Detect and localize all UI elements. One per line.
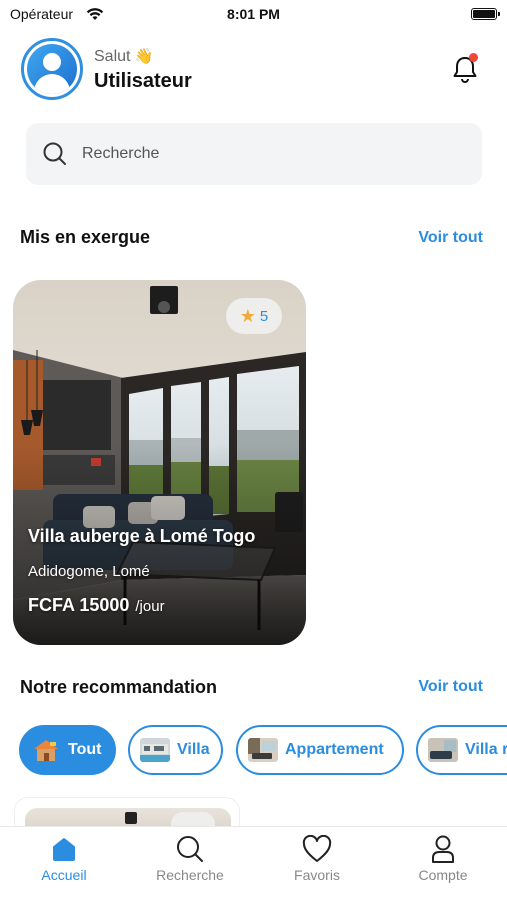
chip-all[interactable]: Tout bbox=[19, 725, 116, 775]
wave-emoji: 👋 bbox=[134, 48, 154, 65]
chip-villa-more-label: Villa r bbox=[465, 741, 507, 758]
username: Utilisateur bbox=[94, 70, 192, 92]
tab-account[interactable]: Compte bbox=[388, 833, 498, 883]
featured-card[interactable]: ★ 5 Villa auberge à Lomé Togo Adidogome,… bbox=[13, 280, 306, 645]
property-price: FCFA 15000/jour bbox=[28, 595, 165, 616]
tab-search[interactable]: Recherche bbox=[135, 833, 245, 883]
rating-badge: ★ 5 bbox=[226, 298, 282, 334]
villa-interior-thumbnail bbox=[428, 738, 458, 762]
chip-all-label: Tout bbox=[68, 741, 102, 758]
bottom-tab-bar: Accueil Recherche Favoris Compte bbox=[0, 826, 507, 900]
search-bar[interactable] bbox=[26, 123, 482, 185]
tab-home[interactable]: Accueil bbox=[9, 833, 119, 883]
house-icon bbox=[31, 738, 61, 762]
home-icon bbox=[53, 838, 75, 861]
search-input[interactable] bbox=[82, 123, 462, 185]
avatar[interactable] bbox=[21, 38, 83, 100]
battery-icon bbox=[471, 8, 500, 20]
tab-search-label: Recherche bbox=[156, 867, 224, 883]
tab-favorites-label: Favoris bbox=[294, 867, 340, 883]
status-bar: Opérateur 8:01 PM bbox=[0, 0, 507, 30]
recommendation-section-title: Notre recommandation bbox=[20, 677, 218, 697]
villa-thumbnail bbox=[140, 738, 170, 762]
greeting-text: Salut bbox=[94, 48, 131, 65]
chip-appartement-label: Appartement bbox=[285, 741, 384, 758]
apartment-thumbnail bbox=[248, 738, 278, 762]
search-icon bbox=[177, 836, 203, 862]
chip-appartement[interactable]: Appartement bbox=[236, 725, 404, 775]
status-time: 8:01 PM bbox=[227, 6, 280, 22]
price-amount: FCFA 15000 bbox=[28, 595, 130, 615]
tab-account-label: Compte bbox=[418, 867, 468, 883]
user-avatar-icon bbox=[27, 44, 77, 94]
property-title: Villa auberge à Lomé Togo bbox=[28, 526, 256, 546]
chip-villa[interactable]: Villa bbox=[128, 725, 223, 775]
notification-dot bbox=[469, 53, 478, 62]
heart-icon bbox=[302, 835, 332, 862]
chip-villa-label: Villa bbox=[177, 741, 210, 758]
search-icon bbox=[43, 142, 66, 165]
category-filter-chips: Tout Villa Appartement Villa r bbox=[19, 725, 507, 777]
featured-see-all-link[interactable]: Voir tout bbox=[418, 229, 483, 247]
featured-section-title: Mis en exergue bbox=[20, 227, 151, 247]
property-photo bbox=[13, 280, 306, 645]
notifications-button[interactable] bbox=[450, 53, 480, 85]
tab-favorites[interactable]: Favoris bbox=[262, 833, 372, 883]
user-icon bbox=[432, 835, 454, 863]
price-period: /jour bbox=[135, 598, 165, 615]
recommendation-see-all-link[interactable]: Voir tout bbox=[418, 678, 483, 696]
property-location: Adidogome, Lomé bbox=[28, 563, 150, 580]
rating-value: 5 bbox=[259, 307, 269, 325]
chip-villa-more[interactable]: Villa r bbox=[416, 725, 507, 775]
greeting: Salut 👋 bbox=[94, 47, 154, 66]
star-icon: ★ bbox=[239, 305, 256, 326]
tab-home-label: Accueil bbox=[41, 867, 87, 883]
